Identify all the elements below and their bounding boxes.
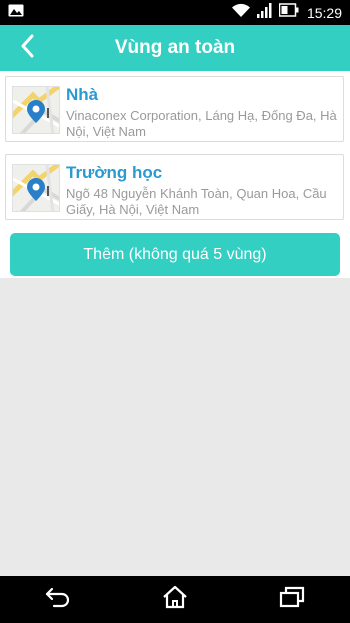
map-thumbnail (12, 164, 60, 212)
nav-home-button[interactable] (155, 580, 195, 620)
zone-name: Trường học (66, 163, 163, 182)
status-time: 15:29 (306, 4, 342, 21)
signal-icon (256, 2, 273, 23)
add-zone-button[interactable]: Thêm (không quá 5 vùng) (10, 233, 340, 276)
status-bar: 15:29 (0, 0, 350, 25)
home-icon (162, 585, 188, 614)
back-chevron-icon (20, 34, 34, 63)
map-pin-icon (13, 87, 59, 133)
nav-recent-button[interactable] (272, 580, 312, 620)
zone-address: Vinaconex Corporation, Láng Hạ, Đống Đa,… (66, 108, 337, 139)
zone-item-home[interactable]: Nhà Vinaconex Corporation, Láng Hạ, Đống… (5, 76, 344, 142)
wifi-icon (231, 3, 251, 23)
battery-icon (278, 3, 299, 22)
zone-name: Nhà (66, 85, 99, 104)
zone-address: Ngõ 48 Nguyễn Khánh Toàn, Quan Hoa, Cầu … (66, 186, 327, 217)
back-icon (45, 586, 71, 613)
screen: 15:29 Vùng an toàn Nhà Vinaconex Corpora… (0, 0, 350, 623)
zone-list: Nhà Vinaconex Corporation, Láng Hạ, Đống… (0, 71, 350, 278)
image-icon (8, 4, 24, 22)
back-button[interactable] (10, 31, 44, 65)
map-thumbnail (12, 86, 60, 134)
page-title: Vùng an toàn (114, 37, 236, 58)
nav-back-button[interactable] (38, 580, 78, 620)
system-nav-bar (0, 576, 350, 623)
map-pin-icon (13, 165, 59, 211)
recent-apps-icon (279, 586, 305, 613)
app-header: Vùng an toàn (0, 25, 350, 71)
zone-item-school[interactable]: Trường học Ngõ 48 Nguyễn Khánh Toàn, Qua… (5, 154, 344, 220)
